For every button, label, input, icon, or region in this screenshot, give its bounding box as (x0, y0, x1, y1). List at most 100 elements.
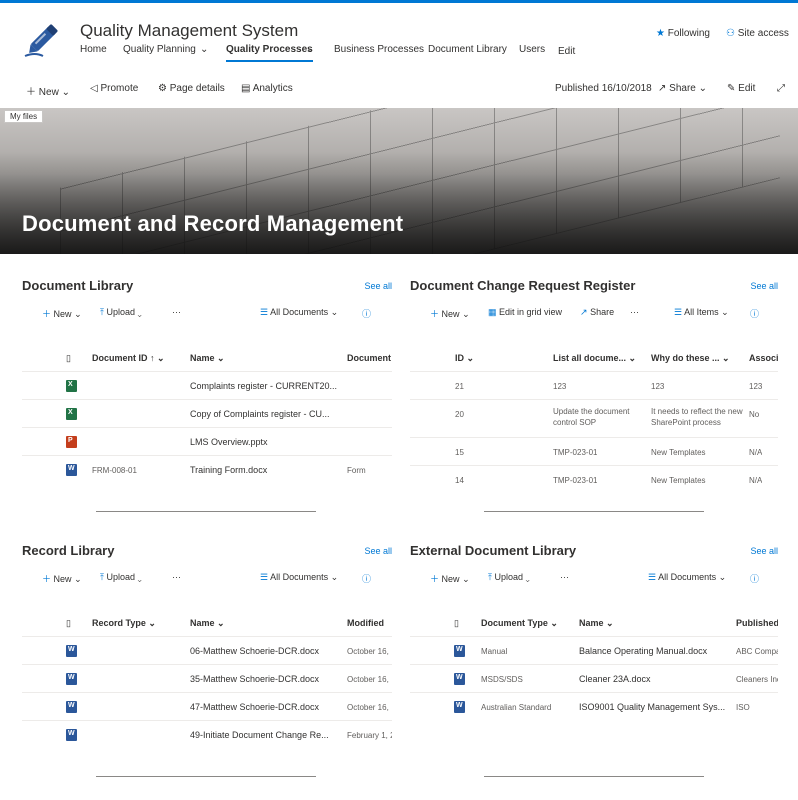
more-button[interactable]: ··· (560, 572, 569, 582)
table-header: ▯ Record Type ⌄ Name ⌄ Modified (22, 609, 392, 637)
more-button[interactable]: ··· (172, 307, 181, 317)
file-name[interactable]: 49-Initiate Document Change Re... (190, 730, 329, 740)
view-selector[interactable]: ☰ All Documents ⌄ (260, 572, 338, 583)
file-type-icon[interactable]: ▯ (454, 618, 459, 629)
more-button[interactable]: ··· (630, 307, 639, 317)
column-published[interactable]: Published (736, 618, 778, 628)
column-modified[interactable]: Modified (347, 618, 392, 628)
column-documents[interactable]: List all docume... ⌄ (553, 353, 636, 364)
table-row[interactable]: 20 Update the document control SOP It ne… (410, 400, 778, 438)
new-button[interactable]: ＋ New ⌄ (430, 307, 470, 320)
filter-lines-icon: ☰ (260, 572, 269, 582)
view-selector[interactable]: ☰ All Documents ⌄ (260, 307, 338, 318)
table-row[interactable]: W 49-Initiate Document Change Re... Febr… (22, 721, 392, 749)
word-file-icon: W (66, 673, 77, 685)
expand-icon[interactable]: ⤢ (777, 83, 785, 94)
column-associated[interactable]: Associa (749, 353, 778, 363)
file-name[interactable]: 35-Matthew Schoerie-DCR.docx (190, 674, 319, 684)
upload-button[interactable]: ⤒ Upload ⌄ (100, 307, 142, 318)
modified-date: October 16, (347, 675, 389, 684)
table-row[interactable]: W Manual Balance Operating Manual.docx A… (410, 637, 778, 665)
chevron-down-icon: ⌄ (74, 574, 82, 584)
new-button[interactable]: ＋ New ⌄ (42, 572, 82, 585)
file-name[interactable]: Complaints register - CURRENT20... (190, 381, 337, 391)
info-icon[interactable]: ⓘ (362, 572, 371, 585)
file-name[interactable]: Balance Operating Manual.docx (579, 646, 707, 656)
file-name[interactable]: LMS Overview.pptx (190, 437, 268, 447)
nav-users[interactable]: Users (519, 44, 545, 55)
horizontal-scrollbar[interactable] (484, 511, 704, 512)
table-row[interactable]: W FRM-008-01 Training Form.docx Form (22, 456, 392, 484)
table-row[interactable]: W 35-Matthew Schoerie-DCR.docx October 1… (22, 665, 392, 693)
chevron-down-icon[interactable]: ⌄ (306, 44, 314, 55)
upload-button[interactable]: ⤒ Upload ⌄ (100, 572, 142, 583)
site-access-button[interactable]: ⚇ Site access (726, 28, 789, 39)
file-name[interactable]: Copy of Complaints register - CU... (190, 409, 330, 419)
column-document-id[interactable]: Document ID ↑ ⌄ (92, 353, 165, 364)
table-row[interactable]: W 47-Matthew Schoerie-DCR.docx October 1… (22, 693, 392, 721)
document-library-webpart: Document Library See all ＋ New ⌄ ⤒ Uploa… (22, 278, 392, 518)
column-record-type[interactable]: Record Type ⌄ (92, 618, 156, 629)
file-type-icon[interactable]: ▯ (66, 353, 71, 364)
column-name[interactable]: Name ⌄ (190, 353, 225, 364)
info-icon[interactable]: ⓘ (362, 307, 371, 320)
share-button[interactable]: ↗ Share (580, 307, 614, 318)
nav-home[interactable]: Home (80, 44, 107, 55)
view-selector[interactable]: ☰ All Items ⌄ (674, 307, 729, 318)
table-row[interactable]: W 06-Matthew Schoerie-DCR.docx October 1… (22, 637, 392, 665)
info-icon[interactable]: ⓘ (750, 307, 759, 320)
column-document[interactable]: Document (347, 353, 392, 363)
pencil-icon: ✎ (727, 83, 736, 94)
column-name[interactable]: Name ⌄ (190, 618, 225, 629)
view-selector[interactable]: ☰ All Documents ⌄ (648, 572, 726, 583)
new-button[interactable]: ＋ New ⌄ (430, 572, 470, 585)
more-button[interactable]: ··· (172, 572, 181, 582)
edit-button[interactable]: ✎ Edit (727, 83, 755, 94)
upload-button[interactable]: ⤒ Upload ⌄ (488, 572, 530, 583)
word-file-icon: W (66, 729, 77, 741)
see-all-link[interactable]: See all (364, 546, 392, 556)
table-row[interactable]: P LMS Overview.pptx (22, 428, 392, 456)
site-logo-pen-icon[interactable] (22, 16, 66, 60)
table-row[interactable]: 14 TMP-023-01 New Templates N/A (410, 466, 778, 494)
chevron-down-icon[interactable]: ⌄ (200, 44, 208, 55)
column-id[interactable]: ID ⌄ (455, 353, 474, 364)
table-row[interactable]: X Copy of Complaints register - CU... (22, 400, 392, 428)
horizontal-scrollbar[interactable] (484, 776, 704, 777)
nav-document-library[interactable]: Document Library (428, 44, 507, 55)
horizontal-scrollbar[interactable] (96, 511, 316, 512)
nav-quality-planning[interactable]: Quality Planning (123, 44, 196, 55)
table-row[interactable]: X Complaints register - CURRENT20... (22, 372, 392, 400)
nav-business-processes[interactable]: Business Processes (334, 44, 424, 55)
file-type-icon[interactable]: ▯ (66, 618, 71, 629)
file-name[interactable]: ISO9001 Quality Management Sys... (579, 702, 725, 712)
info-icon[interactable]: ⓘ (750, 572, 759, 585)
column-name[interactable]: Name ⌄ (579, 618, 614, 629)
file-name[interactable]: Training Form.docx (190, 465, 267, 475)
table-row[interactable]: W MSDS/SDS Cleaner 23A.docx Cleaners Inc (410, 665, 778, 693)
promote-button[interactable]: ◁ Promote (90, 83, 138, 94)
nav-edit[interactable]: Edit (558, 46, 575, 57)
table-row[interactable]: 21 123 123 123 (410, 372, 778, 400)
file-name[interactable]: Cleaner 23A.docx (579, 674, 651, 684)
new-button[interactable]: ＋ New ⌄ (42, 307, 82, 320)
table-row[interactable]: W Australian Standard ISO9001 Quality Ma… (410, 693, 778, 721)
column-document-type[interactable]: Document Type ⌄ (481, 618, 558, 629)
analytics-button[interactable]: ▤ Analytics (241, 83, 293, 94)
new-button[interactable]: ＋ New ⌄ (26, 83, 70, 98)
share-button[interactable]: ↗ Share ⌄ (658, 83, 707, 94)
site-title[interactable]: Quality Management System (80, 21, 298, 41)
see-all-link[interactable]: See all (750, 546, 778, 556)
follow-button[interactable]: ★ Following (656, 28, 710, 39)
nav-quality-processes[interactable]: Quality Processes (226, 44, 313, 62)
word-file-icon: W (66, 464, 77, 476)
table-row[interactable]: 15 TMP-023-01 New Templates N/A (410, 438, 778, 466)
see-all-link[interactable]: See all (750, 281, 778, 291)
file-name[interactable]: 47-Matthew Schoerie-DCR.docx (190, 702, 319, 712)
edit-grid-button[interactable]: ▦ Edit in grid view (488, 307, 562, 318)
see-all-link[interactable]: See all (364, 281, 392, 291)
page-details-button[interactable]: ⚙ Page details (158, 83, 225, 94)
horizontal-scrollbar[interactable] (96, 776, 316, 777)
file-name[interactable]: 06-Matthew Schoerie-DCR.docx (190, 646, 319, 656)
column-reason[interactable]: Why do these ... ⌄ (651, 353, 730, 364)
